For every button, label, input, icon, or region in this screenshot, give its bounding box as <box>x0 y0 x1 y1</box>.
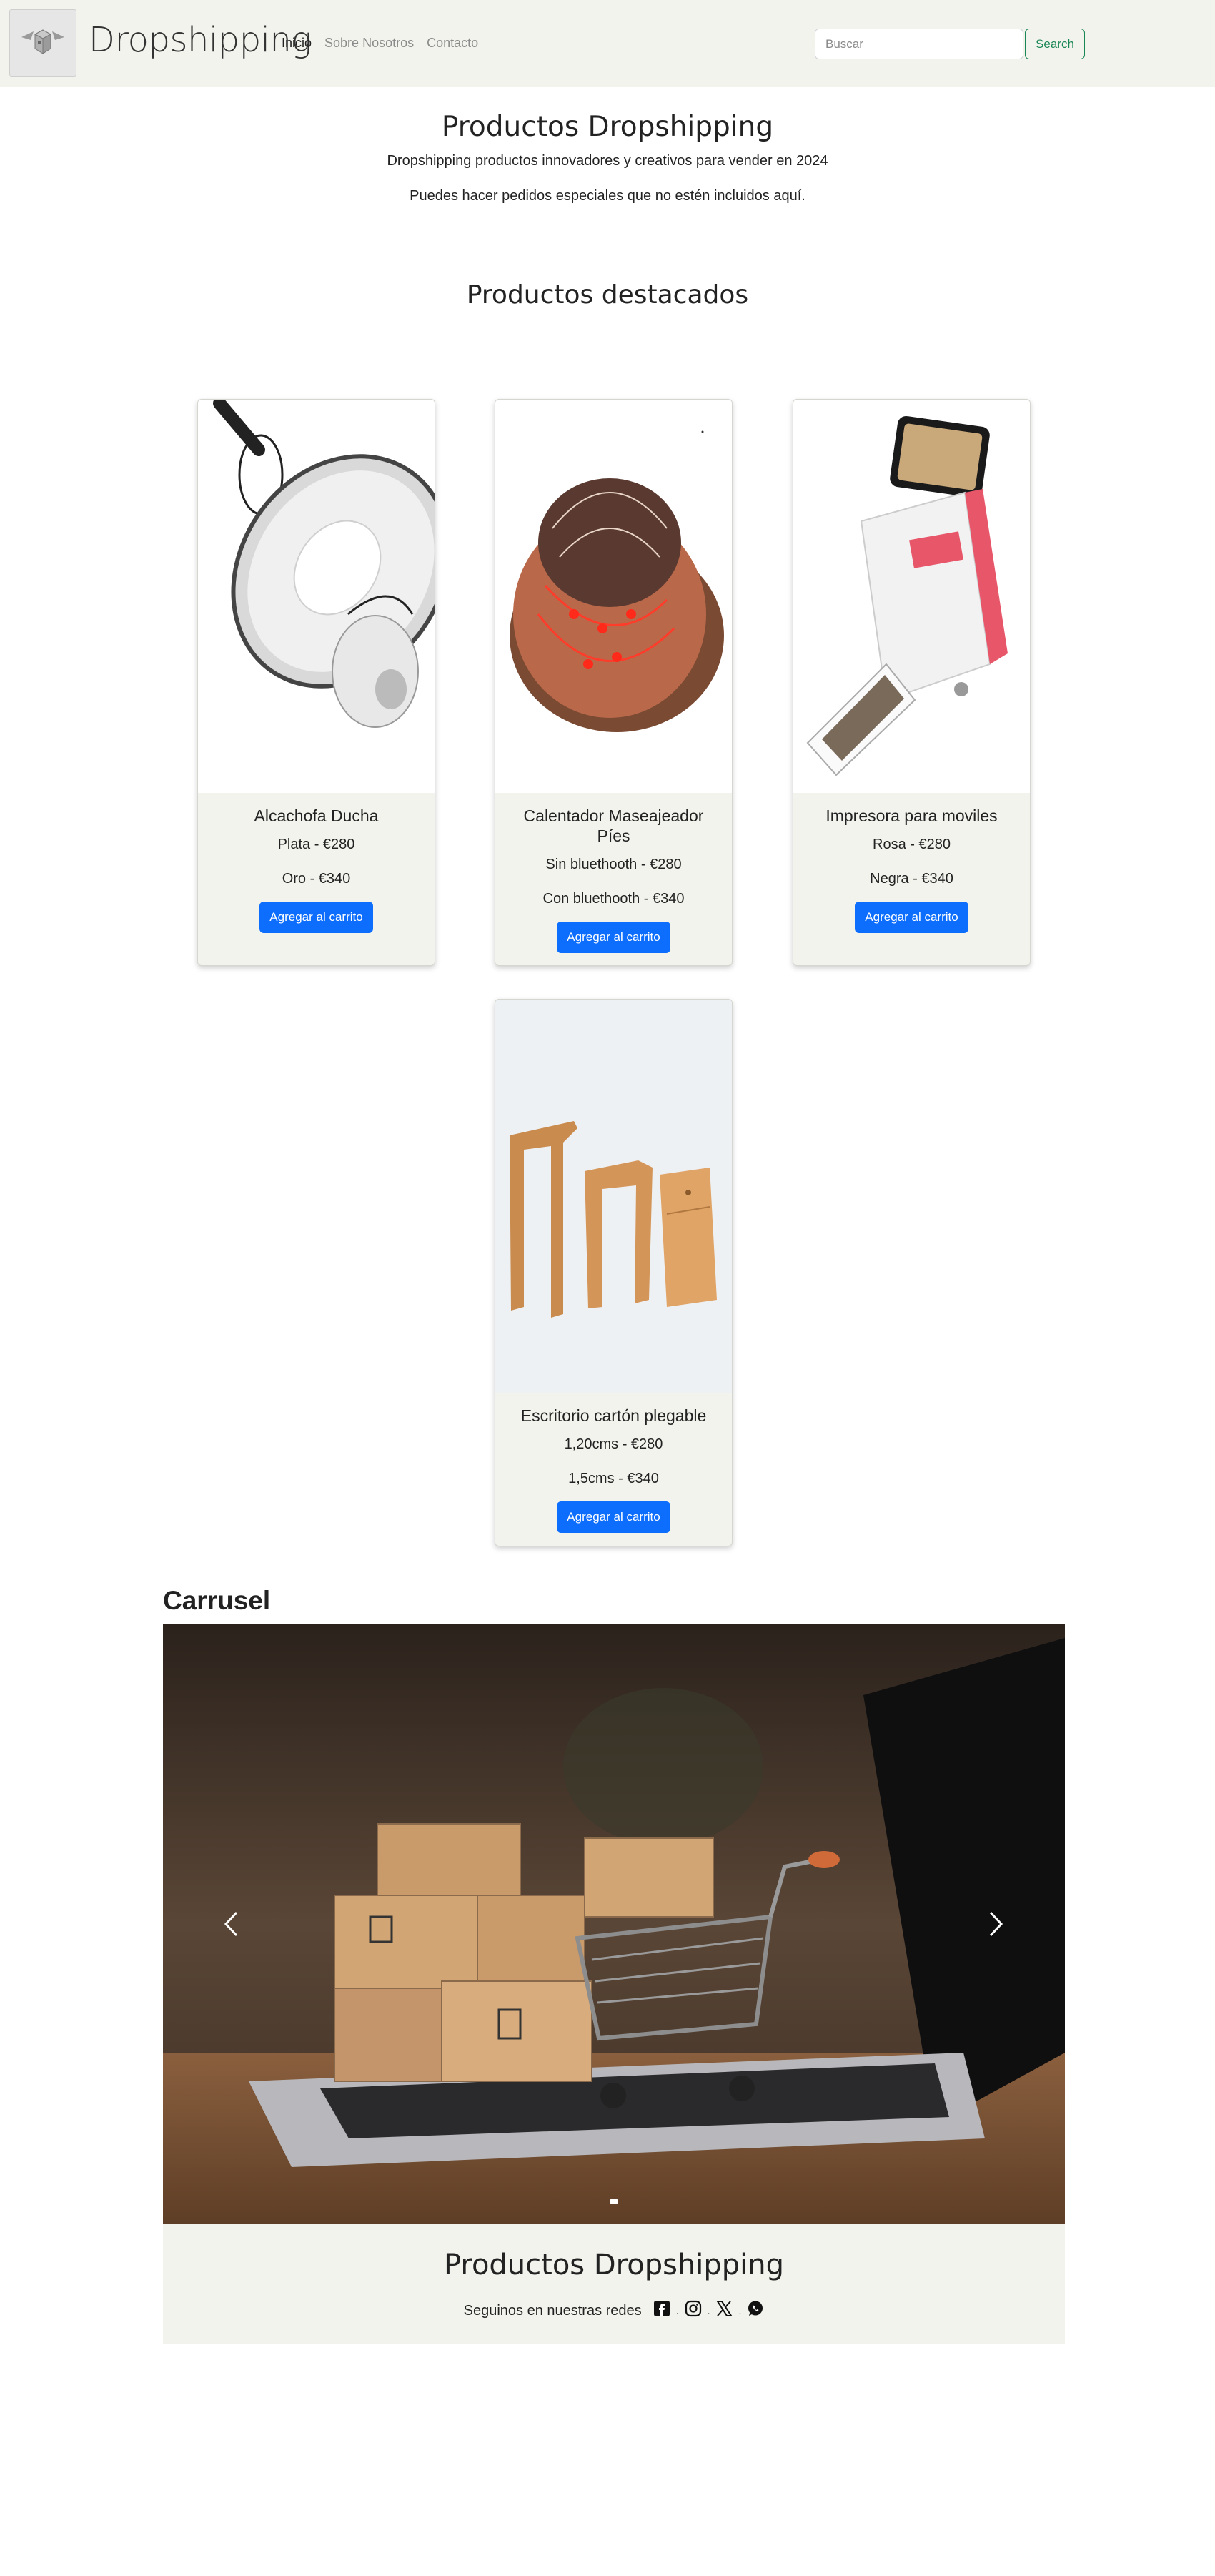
chevron-left-icon <box>224 1911 238 1937</box>
navbar: Dropshipping Inicio Sobre Nosotros Conta… <box>0 0 1215 87</box>
product-option: Oro - €340 <box>282 871 351 887</box>
carousel-indicator[interactable] <box>610 2199 618 2204</box>
product-option: Negra - €340 <box>870 871 953 887</box>
add-to-cart-button[interactable]: Agregar al carrito <box>557 922 670 953</box>
product-name: Calentador Maseajeador Píes <box>523 806 704 845</box>
page-title: Productos Dropshipping <box>441 111 774 143</box>
brand-title[interactable]: Dropshipping <box>89 20 312 60</box>
product-body-foot-warmer: Calentador Maseajeador Píes Sin bluethoo… <box>495 793 732 953</box>
add-to-cart-button[interactable]: Agregar al carrito <box>557 1501 670 1533</box>
separator: . <box>707 2305 710 2316</box>
search-input[interactable] <box>815 29 1023 59</box>
logo-icon[interactable] <box>9 9 76 77</box>
product-body-shower: Alcachofa Ducha Plata - €280 Oro - €340 … <box>198 793 435 933</box>
product-body-desk: Escritorio cartón plegable 1,20cms - €28… <box>495 1393 732 1533</box>
featured-title: Productos destacados <box>466 280 749 310</box>
product-name: Alcachofa Ducha <box>254 806 379 825</box>
carousel-heading: Carrusel <box>163 1586 271 1615</box>
carousel-next-button[interactable] <box>975 1895 1018 1953</box>
product-image-shower <box>198 400 435 793</box>
separator: . <box>675 2305 679 2316</box>
special-orders-note: Puedes hacer pedidos especiales que no e… <box>410 188 805 204</box>
carousel[interactable] <box>163 1624 1065 2224</box>
whatsapp-icon[interactable] <box>747 2300 764 2321</box>
nav-inicio[interactable]: Inicio <box>282 36 312 51</box>
add-to-cart-button[interactable]: Agregar al carrito <box>259 902 373 933</box>
product-option: Rosa - €280 <box>873 837 951 852</box>
carousel-prev-button[interactable] <box>209 1895 252 1953</box>
product-card-desk: Escritorio cartón plegable 1,20cms - €28… <box>495 999 733 1546</box>
page-subtitle: Dropshipping productos innovadores y cre… <box>387 153 828 169</box>
product-card-shower: Alcachofa Ducha Plata - €280 Oro - €340 … <box>197 399 435 966</box>
nav-links: Inicio Sobre Nosotros Contacto <box>282 36 478 51</box>
carousel-slide-image <box>163 1624 1065 2224</box>
search-button[interactable]: Search <box>1025 29 1085 59</box>
separator: . <box>738 2305 742 2316</box>
x-twitter-icon[interactable] <box>715 2300 733 2321</box>
footer: Productos Dropshipping Seguinos en nuest… <box>163 2224 1065 2344</box>
social-links: Seguinos en nuestras redes . . . <box>163 2300 1065 2321</box>
instagram-icon[interactable] <box>685 2300 702 2321</box>
footer-title: Productos Dropshipping <box>443 2249 785 2281</box>
product-option: Sin bluethooth - €280 <box>545 857 682 872</box>
product-name: Escritorio cartón plegable <box>520 1406 707 1425</box>
social-text: Seguinos en nuestras redes <box>463 2302 642 2319</box>
product-image-desk <box>495 1000 732 1393</box>
product-option: 1,5cms - €340 <box>568 1471 659 1486</box>
product-option: Plata - €280 <box>277 837 355 852</box>
product-option: 1,20cms - €280 <box>564 1436 663 1452</box>
nav-contacto[interactable]: Contacto <box>427 36 478 51</box>
add-to-cart-button[interactable]: Agregar al carrito <box>855 902 968 933</box>
product-card-foot-warmer: Calentador Maseajeador Píes Sin bluethoo… <box>495 399 733 966</box>
product-image-foot-warmer <box>495 400 732 793</box>
chevron-right-icon <box>989 1911 1003 1937</box>
product-image-printer <box>793 400 1030 793</box>
facebook-icon[interactable] <box>653 2300 670 2321</box>
product-card-printer: Impresora para moviles Rosa - €280 Negra… <box>793 399 1031 966</box>
product-body-printer: Impresora para moviles Rosa - €280 Negra… <box>793 793 1030 933</box>
product-option: Con bluethooth - €340 <box>542 891 685 907</box>
product-name: Impresora para moviles <box>825 806 998 825</box>
nav-sobre-nosotros[interactable]: Sobre Nosotros <box>324 36 414 51</box>
